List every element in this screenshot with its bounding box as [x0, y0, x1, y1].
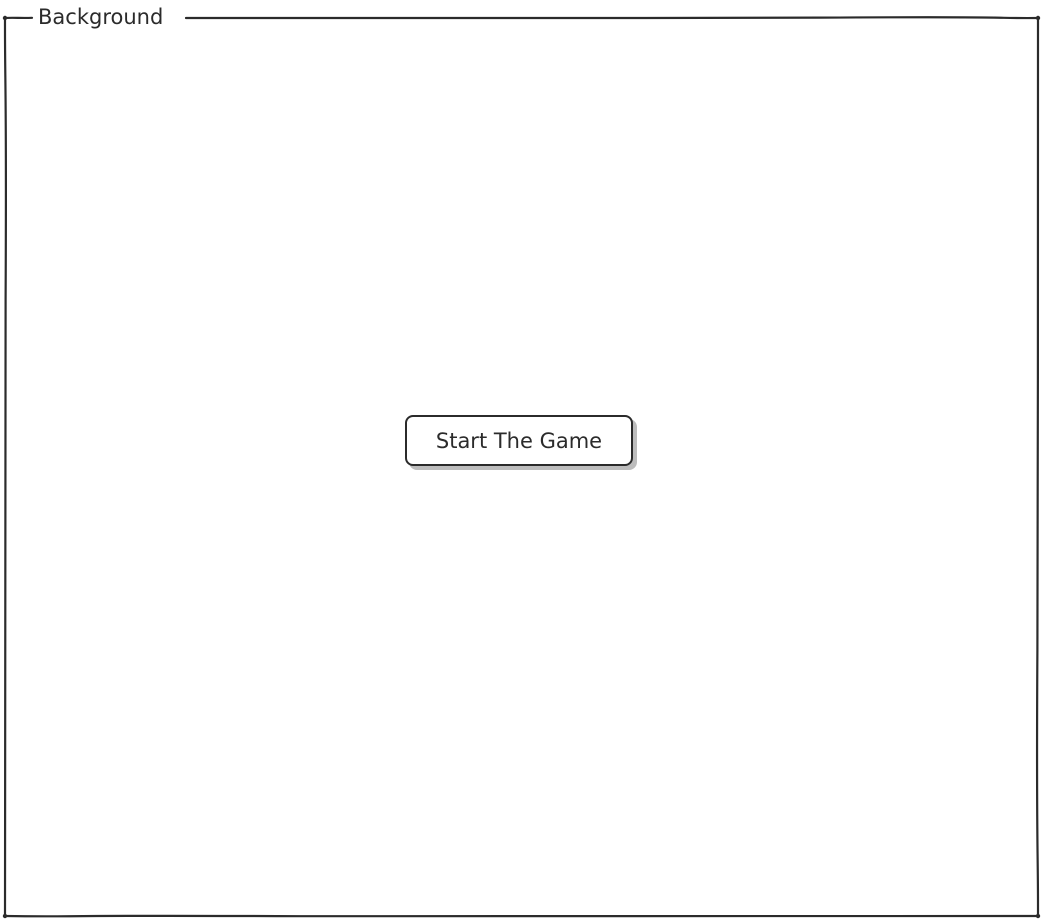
background-frame: Background Start The Game: [0, 0, 1044, 924]
frame-title: Background: [36, 3, 168, 31]
start-game-button[interactable]: Start The Game: [405, 415, 633, 466]
